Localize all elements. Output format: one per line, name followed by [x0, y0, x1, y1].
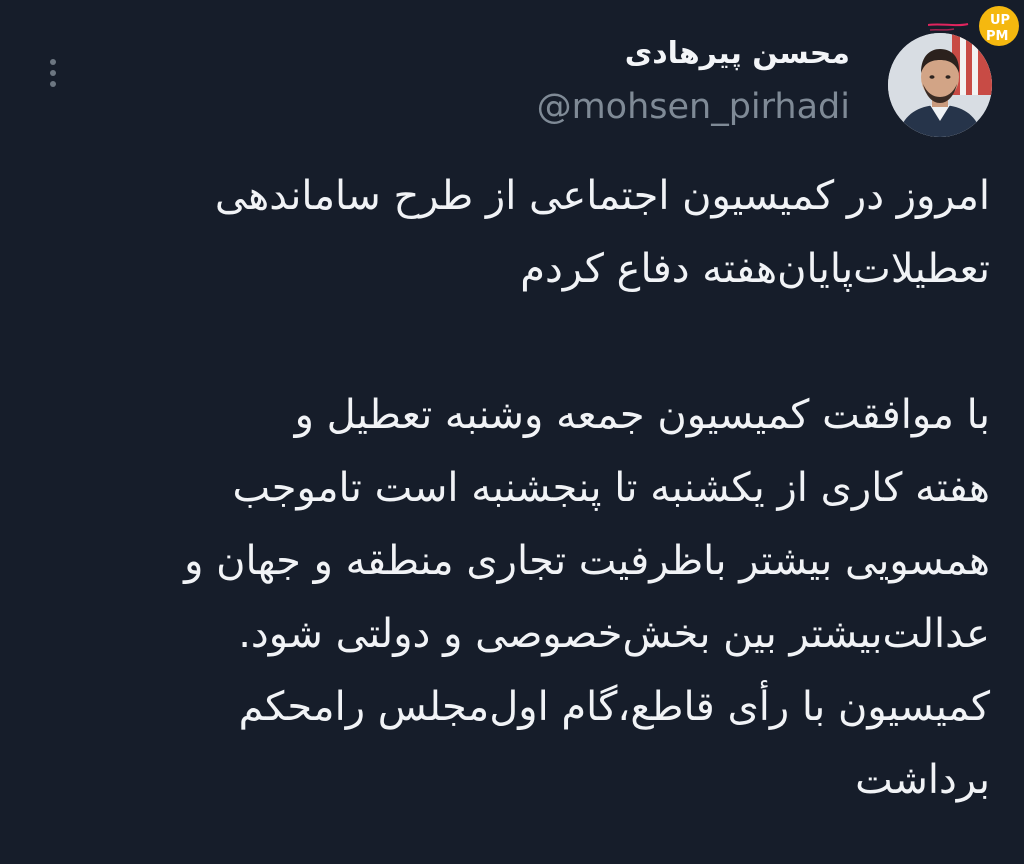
tweet-text-line: هفته کاری از یکشنبه تا پنجشنبه است تاموج… [232, 465, 990, 511]
tweet-text-line: امروز در کمیسیون اجتماعی از طرح ساماندهی [214, 173, 990, 219]
tweet-text-line: عدالت‌بیشتر بین بخش‌خصوصی و دولتی شود. [238, 611, 990, 657]
author-handle[interactable]: @mohsen_pirhadi [537, 84, 850, 130]
tweet-text-line: با موافقت کمیسیون جمعه وشنبه تعطیل و [294, 392, 990, 438]
more-options-button[interactable] [38, 52, 68, 94]
upmusic-logo-icon: UP PM [927, 6, 1019, 46]
tweet-text-line [40, 306, 990, 379]
tweet-screen: محسن پیرهادی @mohsen_pirhadi UP PM امروز… [0, 0, 1024, 864]
more-dot-icon [50, 70, 56, 76]
svg-text:UP: UP [990, 13, 1010, 28]
svg-text:PM: PM [986, 29, 1008, 44]
tweet-text: امروز در کمیسیون اجتماعی از طرح ساماندهی… [40, 160, 990, 817]
more-dot-icon [50, 81, 56, 87]
tweet-text-line: کمیسیون با رأی قاطع،گام اول‌مجلس رامحکم [238, 684, 990, 730]
tweet-text-line: برداشت [855, 757, 990, 803]
upmusic-watermark-logo: UP PM [927, 4, 1020, 50]
tweet-author[interactable]: محسن پیرهادی @mohsen_pirhadi [537, 34, 850, 130]
tweet-text-line: همسویی بیشتر باظرفیت تجاری منطقه و جهان … [184, 538, 990, 584]
author-display-name[interactable]: محسن پیرهادی [537, 34, 850, 74]
more-dot-icon [50, 59, 56, 65]
tweet-text-line: تعطیلات‌پایان‌هفته دفاع کردم [520, 246, 990, 292]
